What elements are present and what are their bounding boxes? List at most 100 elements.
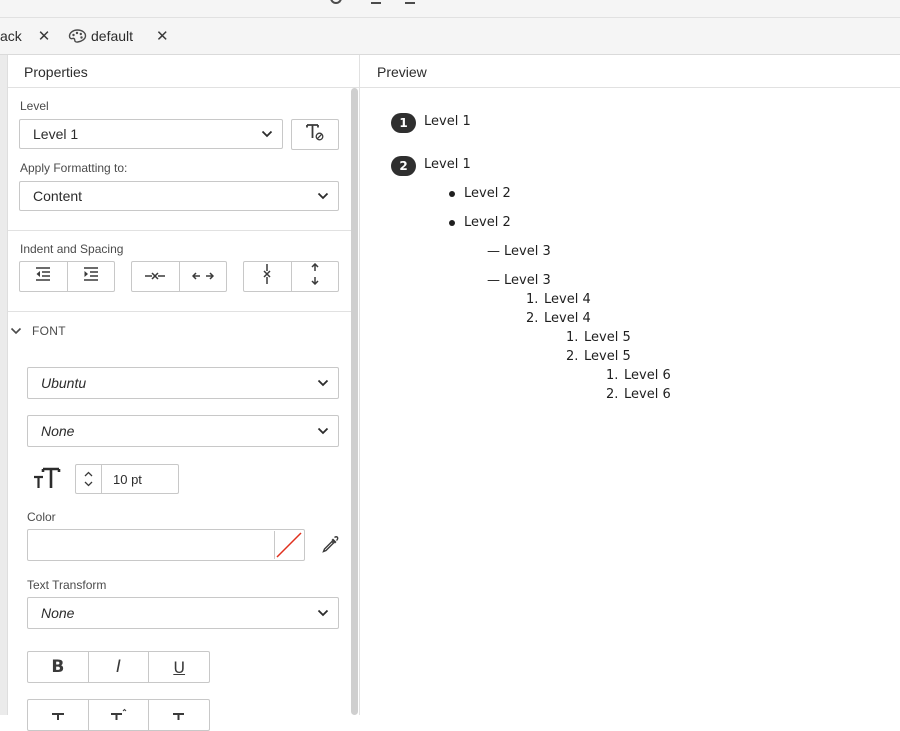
list-item-level-2: Level 2 (464, 215, 511, 230)
list-item-level-1: Level 1 (424, 114, 471, 129)
arrows-vertical-out-icon (310, 262, 320, 290)
font-size-value: 10 pt (113, 471, 142, 487)
underline-button[interactable]: U (149, 652, 209, 682)
bullet-marker (449, 220, 455, 226)
toolbar-icon[interactable] (371, 0, 381, 4)
indent-button-group (19, 261, 115, 292)
superscript-button[interactable] (89, 700, 150, 730)
list-item-level-6: Level 6 (624, 368, 671, 383)
tab-stack[interactable]: ack ✕ (0, 18, 50, 54)
font-style-value: None (41, 423, 75, 439)
indent-spacing-label: Indent and Spacing (20, 242, 124, 256)
bold-button[interactable]: B (28, 652, 89, 682)
font-section-toggle[interactable]: FONT (10, 324, 66, 338)
list-item-level-5: Level 5 (584, 330, 631, 345)
list-item-level-4: Level 4 (544, 311, 591, 326)
vertical-spacing-group (243, 261, 339, 292)
tab-default[interactable]: default ✕ (68, 18, 169, 54)
space-before-button[interactable] (244, 262, 292, 291)
apply-formatting-select[interactable]: Content (19, 181, 339, 211)
color-swatch[interactable] (274, 531, 303, 559)
text-transform-label: Text Transform (27, 578, 107, 592)
level-label: Level (20, 99, 49, 113)
dash-marker: — (487, 244, 500, 259)
chevron-down-icon (308, 598, 338, 628)
toolbar-icon[interactable] (405, 0, 415, 4)
close-icon[interactable]: ✕ (38, 27, 51, 45)
window-top-strip (0, 0, 900, 18)
increase-spacing-button[interactable] (180, 262, 227, 291)
font-family-select[interactable]: Ubuntu (27, 367, 339, 399)
tab-bar: ack ✕ default ✕ (0, 18, 900, 55)
font-size-icon (33, 466, 61, 495)
space-after-button[interactable] (292, 262, 339, 291)
section-divider (8, 311, 351, 312)
font-section-label: FONT (32, 324, 66, 338)
chevron-down-icon (10, 327, 22, 335)
subscript-button[interactable] (149, 700, 209, 730)
list-item-level-2: Level 2 (464, 186, 511, 201)
outdent-icon (35, 267, 51, 286)
number-marker: 1. (526, 292, 539, 307)
increase-indent-button[interactable] (68, 262, 115, 291)
text-icon (50, 706, 66, 725)
text-style-group: B I U (27, 651, 210, 683)
arrows-vertical-in-icon (262, 263, 272, 290)
chevron-up-icon[interactable] (84, 471, 93, 477)
tab-label: default (91, 28, 134, 44)
subscript-icon (171, 706, 187, 725)
text-transform-value: None (41, 605, 75, 621)
chevron-down-icon (308, 368, 338, 398)
number-marker: 1. (606, 368, 619, 383)
font-style-select[interactable]: None (27, 415, 339, 447)
color-field[interactable] (27, 529, 305, 561)
section-divider (8, 230, 351, 231)
toolbar-icon[interactable] (330, 0, 342, 4)
text-transform-select[interactable]: None (27, 597, 339, 629)
level-select[interactable]: Level 1 (19, 119, 283, 149)
clear-formatting-button[interactable] (291, 119, 339, 150)
palette-icon (68, 28, 87, 44)
preview-title: Preview (377, 64, 427, 80)
superscript-icon (110, 706, 128, 725)
script-style-group (27, 699, 210, 731)
panel-resize-edge[interactable] (0, 55, 8, 715)
font-size-stepper[interactable]: 10 pt (75, 464, 179, 494)
list-item-level-3: Level 3 (504, 244, 551, 259)
panel-title: Properties (24, 64, 88, 80)
list-item-level-1: Level 1 (424, 157, 471, 172)
properties-header: Properties (8, 55, 359, 88)
list-item-level-5: Level 5 (584, 349, 631, 364)
color-label: Color (27, 510, 56, 524)
bullet-marker (449, 191, 455, 197)
font-family-value: Ubuntu (41, 375, 87, 391)
level-value: Level 1 (33, 126, 79, 142)
numbered-badge: 2 (391, 156, 416, 176)
decrease-spacing-button[interactable] (132, 262, 180, 291)
chevron-down-icon[interactable] (84, 481, 93, 487)
number-marker: 2. (566, 349, 579, 364)
apply-formatting-value: Content (33, 188, 83, 204)
number-marker: 1. (566, 330, 579, 345)
arrows-inward-icon (144, 268, 166, 286)
list-item-level-4: Level 4 (544, 292, 591, 307)
chevron-down-icon (252, 119, 282, 149)
normal-script-button[interactable] (28, 700, 89, 730)
dash-marker: — (487, 273, 500, 288)
decrease-indent-button[interactable] (20, 262, 68, 291)
number-marker: 2. (606, 387, 619, 402)
numbered-badge: 1 (391, 113, 416, 133)
list-item-level-6: Level 6 (624, 387, 671, 402)
apply-formatting-label: Apply Formatting to: (20, 161, 128, 175)
close-icon[interactable]: ✕ (156, 27, 169, 45)
italic-button[interactable]: I (89, 652, 150, 682)
number-marker: 2. (526, 311, 539, 326)
arrows-outward-icon (191, 268, 214, 286)
scrollbar-thumb[interactable] (351, 88, 358, 715)
horizontal-spacing-group (131, 261, 227, 292)
clear-format-icon (305, 122, 325, 147)
preview-header: Preview (360, 55, 900, 88)
chevron-down-icon (308, 416, 338, 446)
tab-label: ack (0, 28, 22, 44)
eyedropper-icon[interactable] (320, 535, 340, 560)
